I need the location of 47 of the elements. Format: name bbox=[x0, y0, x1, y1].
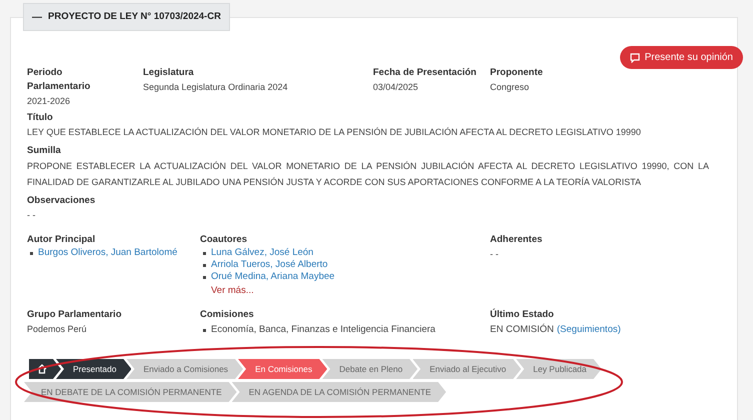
field-value: 2021-2026 bbox=[27, 95, 72, 108]
field-value: - - bbox=[27, 209, 36, 222]
field-value: Congreso bbox=[490, 81, 530, 94]
bullet-icon bbox=[203, 328, 206, 332]
field-value: LEY QUE ESTABLECE LA ACTUALIZACIÓN DEL VALOR MONETARIO DE LA PENSIÓN DE JUBILACIÓN AFECTA AL DECRETO LEGISLATIVO 19990 bbox=[27, 126, 642, 139]
home-icon bbox=[37, 364, 47, 374]
field-label: Grupo Parlamentario bbox=[27, 308, 122, 322]
progress-step[interactable]: Debate en Pleno bbox=[322, 359, 418, 379]
field-label: Sumilla bbox=[27, 144, 62, 158]
section-title: PROYECTO DE LEY N° 10703/2024-CR bbox=[48, 10, 221, 24]
bullet-icon bbox=[30, 252, 33, 254]
field-label: Proponente bbox=[490, 66, 544, 80]
field-value: - - bbox=[490, 248, 500, 261]
field-label: Legislatura bbox=[143, 66, 195, 80]
progress-step[interactable]: Enviado al Ejecutivo bbox=[412, 359, 522, 379]
field-value: 03/04/2025 bbox=[373, 81, 420, 94]
field-value: Podemos Perú bbox=[27, 323, 88, 336]
field-label: Comisiones bbox=[200, 308, 255, 322]
chat-icon bbox=[630, 52, 640, 62]
list-item: Economía, Banca, Finanzas e Inteligencia Financiera bbox=[211, 324, 436, 336]
tracking-link[interactable]: (Seguimientos) bbox=[556, 322, 621, 337]
field-label: Título bbox=[27, 111, 54, 125]
opinion-button[interactable]: Presente su opinión bbox=[620, 46, 743, 69]
field-value: PROPONE ESTABLECER LA ACTUALIZACIÓN DEL VALOR MONETARIO DE LA PENSIÓN JUBILACIÓN AFECTA AL DECRETO LEGISLATIVO 19990, CON LA FINALIDAD DE GARANTIZARLE AL JUBILADO UNA PENSIÓN JUSTA Y ACORDE CON SUS APORTACIONES CONFORME A LA TEORÍA VALORISTA bbox=[27, 160, 709, 189]
author-link[interactable]: Orué Medina, Ariana Maybee bbox=[211, 271, 335, 283]
field-value: Segunda Legislatura Ordinaria 2024 bbox=[143, 81, 289, 94]
progress-step[interactable]: EN AGENDA DE LA COMISIÓN PERMANENTE bbox=[232, 382, 446, 402]
author-link[interactable]: Arriola Tueros, José Alberto bbox=[211, 259, 328, 271]
progress-step[interactable]: Enviado a Comisiones bbox=[126, 359, 244, 379]
collapse-icon: — bbox=[32, 10, 42, 24]
author-link[interactable]: Luna Gálvez, José León bbox=[211, 247, 314, 259]
field-label: Periodo Parlamentario bbox=[27, 66, 92, 94]
bullet-icon bbox=[203, 276, 206, 278]
field-label: Adherentes bbox=[490, 233, 542, 247]
section-tab[interactable]: — PROYECTO DE LEY N° 10703/2024-CR bbox=[23, 3, 230, 31]
bullet-icon bbox=[203, 264, 206, 266]
field-label: Autor Principal bbox=[27, 233, 96, 247]
progress-step[interactable]: En Comisiones bbox=[238, 359, 328, 379]
field-label: Fecha de Presentación bbox=[373, 66, 478, 80]
see-more-link[interactable]: Ver más... bbox=[200, 283, 490, 298]
progress-step[interactable]: EN DEBATE DE LA COMISIÓN PERMANENTE bbox=[24, 382, 237, 402]
bullet-icon bbox=[203, 252, 206, 254]
field-label: Observaciones bbox=[27, 194, 96, 208]
author-link[interactable]: Burgos Oliveros, Juan Bartolomé bbox=[38, 247, 178, 259]
field-label: Último Estado bbox=[490, 308, 555, 322]
field-label: Coautores bbox=[200, 233, 248, 247]
status-value: EN COMISIÓN bbox=[490, 322, 554, 337]
